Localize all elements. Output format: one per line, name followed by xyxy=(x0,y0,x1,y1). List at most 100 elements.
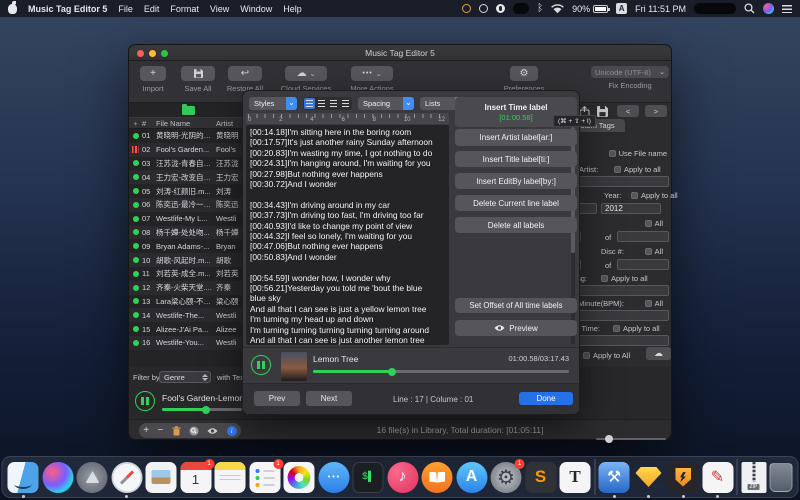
search-icon[interactable] xyxy=(189,426,199,436)
table-row[interactable]: 13 Lara梁心颐-不… 梁心颐 xyxy=(129,295,248,309)
menu-item[interactable]: Edit xyxy=(144,4,160,14)
align-justify-button[interactable] xyxy=(340,98,351,109)
spacing-dropdown[interactable]: Spacing xyxy=(358,97,414,110)
release-apply-checkbox[interactable]: Apply to all xyxy=(613,324,660,333)
insert-artist-label-button[interactable]: Insert Artist label[ar:] xyxy=(455,129,577,146)
dock-icon-music-tag-editor[interactable] xyxy=(668,462,699,493)
info-icon[interactable]: i xyxy=(227,426,237,436)
table-row[interactable]: 12 齐秦-火柴天堂.... 齐秦 xyxy=(129,281,248,295)
app-menu-title[interactable]: Music Tag Editor 5 xyxy=(28,4,107,14)
save-all-button[interactable]: Save All xyxy=(175,66,221,93)
dock-icon-terminal[interactable] xyxy=(353,462,384,493)
table-row[interactable]: 03 汪苏泷-青春自… 汪苏泷 xyxy=(129,157,248,171)
dock-icon-books[interactable] xyxy=(422,462,453,493)
dock-icon-itunes[interactable] xyxy=(387,462,418,493)
year-apply-checkbox[interactable]: Apply to all xyxy=(631,191,678,200)
progress-thumb[interactable] xyxy=(388,368,396,376)
table-row[interactable]: 09 Bryan Adams-... Bryan xyxy=(129,239,248,253)
pause-button[interactable] xyxy=(135,391,155,411)
cloud-upload-button[interactable]: ☁ xyxy=(646,347,671,360)
artist-field[interactable] xyxy=(569,176,669,187)
table-row[interactable]: 08 杨千嬅-处处吻... 杨千嬅 xyxy=(129,226,248,240)
dock-icon-calendar[interactable]: 1 xyxy=(180,462,211,493)
dock-icon-siri[interactable] xyxy=(42,462,73,493)
set-offset-button[interactable]: Set Offset of All time labels xyxy=(455,298,577,313)
back-button[interactable]: < xyxy=(617,105,639,117)
forward-button[interactable]: > xyxy=(645,105,667,117)
restore-all-button[interactable]: ↩ Restore All xyxy=(221,66,269,93)
text-ruler[interactable]: 024681012 xyxy=(246,113,449,124)
input-source-icon[interactable]: A xyxy=(616,3,627,14)
table-row[interactable]: 02 Fool's Garden... Fool's xyxy=(129,143,248,157)
pause-button[interactable] xyxy=(251,355,271,375)
dock-icon-trash[interactable] xyxy=(770,463,793,492)
table-row[interactable]: 16 Westlife-You... Westli xyxy=(129,336,248,350)
encoding-select[interactable]: Unicode (UTF-8)⌄ Fix Encoding xyxy=(591,66,669,90)
use-file-name-checkbox[interactable]: Use File name xyxy=(609,149,667,158)
playback-progress[interactable] xyxy=(313,370,569,373)
dock-icon-typora[interactable] xyxy=(560,462,591,493)
table-row[interactable]: 04 王力宏-改变自… 王力宏 xyxy=(129,170,248,184)
lyric-line[interactable]: And all that I can see is just a yellow … xyxy=(250,304,439,314)
menu-item[interactable]: View xyxy=(210,4,229,14)
add-file-button[interactable]: + xyxy=(143,425,149,436)
dock-icon-photos[interactable] xyxy=(284,462,315,493)
apply-to-all-checkbox[interactable]: Apply to All xyxy=(583,351,630,360)
cloud-services-button[interactable]: ☁⌄ Cloud Services xyxy=(275,66,337,93)
artist-apply-checkbox[interactable]: Apply to all xyxy=(614,165,661,174)
table-row[interactable]: 05 刘涛-红颜旧.m... 刘涛 xyxy=(129,184,248,198)
trash-icon[interactable] xyxy=(172,426,181,436)
delete-all-labels-button[interactable]: Delete all labels xyxy=(455,217,577,233)
lyric-line[interactable] xyxy=(250,262,439,272)
lyric-line[interactable]: [00:44.32]I feel so lonely, I'm waiting … xyxy=(250,231,439,241)
table-row[interactable]: 01 黄晓明-光阴的… 黄晓明 xyxy=(129,129,248,143)
menu-item[interactable]: File xyxy=(118,4,133,14)
next-button[interactable]: Next xyxy=(306,391,352,406)
siri-icon[interactable] xyxy=(763,3,774,14)
table-row[interactable]: 14 Westlife-The... Westli xyxy=(129,308,248,322)
track-total-field[interactable] xyxy=(617,231,669,242)
progress-thumb[interactable] xyxy=(202,406,210,414)
menu-item[interactable]: Window xyxy=(240,4,272,14)
menu-item[interactable]: Format xyxy=(170,4,199,14)
lyrics-text-area[interactable]: [00:14.18]I'm sitting here in the boring… xyxy=(246,125,449,345)
lyric-line[interactable]: [00:20.83]I'm wasting my time, I got not… xyxy=(250,148,439,158)
lyric-line[interactable]: [00:54.59]I wonder how, I wonder why xyxy=(250,273,439,283)
volume-slider[interactable] xyxy=(596,438,666,440)
more-actions-button[interactable]: •••⌄ More Actions xyxy=(341,66,403,93)
status-lock-icon[interactable] xyxy=(496,4,505,13)
done-button[interactable]: Done xyxy=(519,392,573,405)
lyric-line[interactable]: I'm turning my head up and down xyxy=(250,314,439,324)
mini-player-progress[interactable] xyxy=(162,408,242,411)
title-bar[interactable]: Music Tag Editor 5 xyxy=(129,45,671,61)
dock-icon-zip-archive[interactable] xyxy=(741,462,766,493)
lyric-line[interactable]: [00:14.18]I'm sitting here in the boring… xyxy=(250,127,439,137)
track-all-checkbox[interactable]: All xyxy=(645,219,663,228)
menu-item[interactable]: Help xyxy=(283,4,302,14)
lyric-line[interactable] xyxy=(250,189,439,199)
lyric-line[interactable]: [00:40.93]I'd like to change my point of… xyxy=(250,221,439,231)
lyric-line[interactable]: And all that I can see is just another l… xyxy=(250,335,439,345)
insert-editby-label-button[interactable]: Insert EditBy label[by:] xyxy=(455,173,577,189)
lyric-line[interactable]: I'm turning turning turning turning turn… xyxy=(250,325,439,335)
battery-indicator[interactable]: 90% xyxy=(572,4,608,14)
lyric-line[interactable]: [00:37.73]I'm driving too fast, I'm driv… xyxy=(250,210,439,220)
disc-total-field[interactable] xyxy=(617,259,669,270)
status-circle-icon[interactable] xyxy=(479,4,488,13)
lyric-line[interactable]: [00:50.83]And I wonder xyxy=(250,252,439,262)
table-row[interactable]: 06 陈奕迅-最冷一… 陈奕迅 xyxy=(129,198,248,212)
bpm-all-checkbox[interactable]: All xyxy=(645,299,663,308)
import-button[interactable]: + Import xyxy=(135,66,171,93)
preview-button[interactable]: Preview xyxy=(455,320,577,336)
lyric-line[interactable]: [00:24.31]I'm hanging around, I'm waitin… xyxy=(250,158,439,168)
dock-icon-preview[interactable] xyxy=(146,462,177,493)
remove-file-button[interactable]: − xyxy=(157,425,163,436)
dock-icon-notes[interactable] xyxy=(215,462,246,493)
dock-icon-system-preferences[interactable]: 1 xyxy=(491,462,522,493)
save-icon[interactable] xyxy=(597,106,608,117)
dock-icon-messages[interactable] xyxy=(318,462,349,493)
prev-button[interactable]: Prev xyxy=(254,391,300,406)
grouping-apply-checkbox[interactable]: Apply to all xyxy=(601,274,648,283)
dock-icon-appstore[interactable] xyxy=(456,462,487,493)
table-row[interactable]: 15 Alizee-J'Ai Pa... Alizee xyxy=(129,322,248,336)
